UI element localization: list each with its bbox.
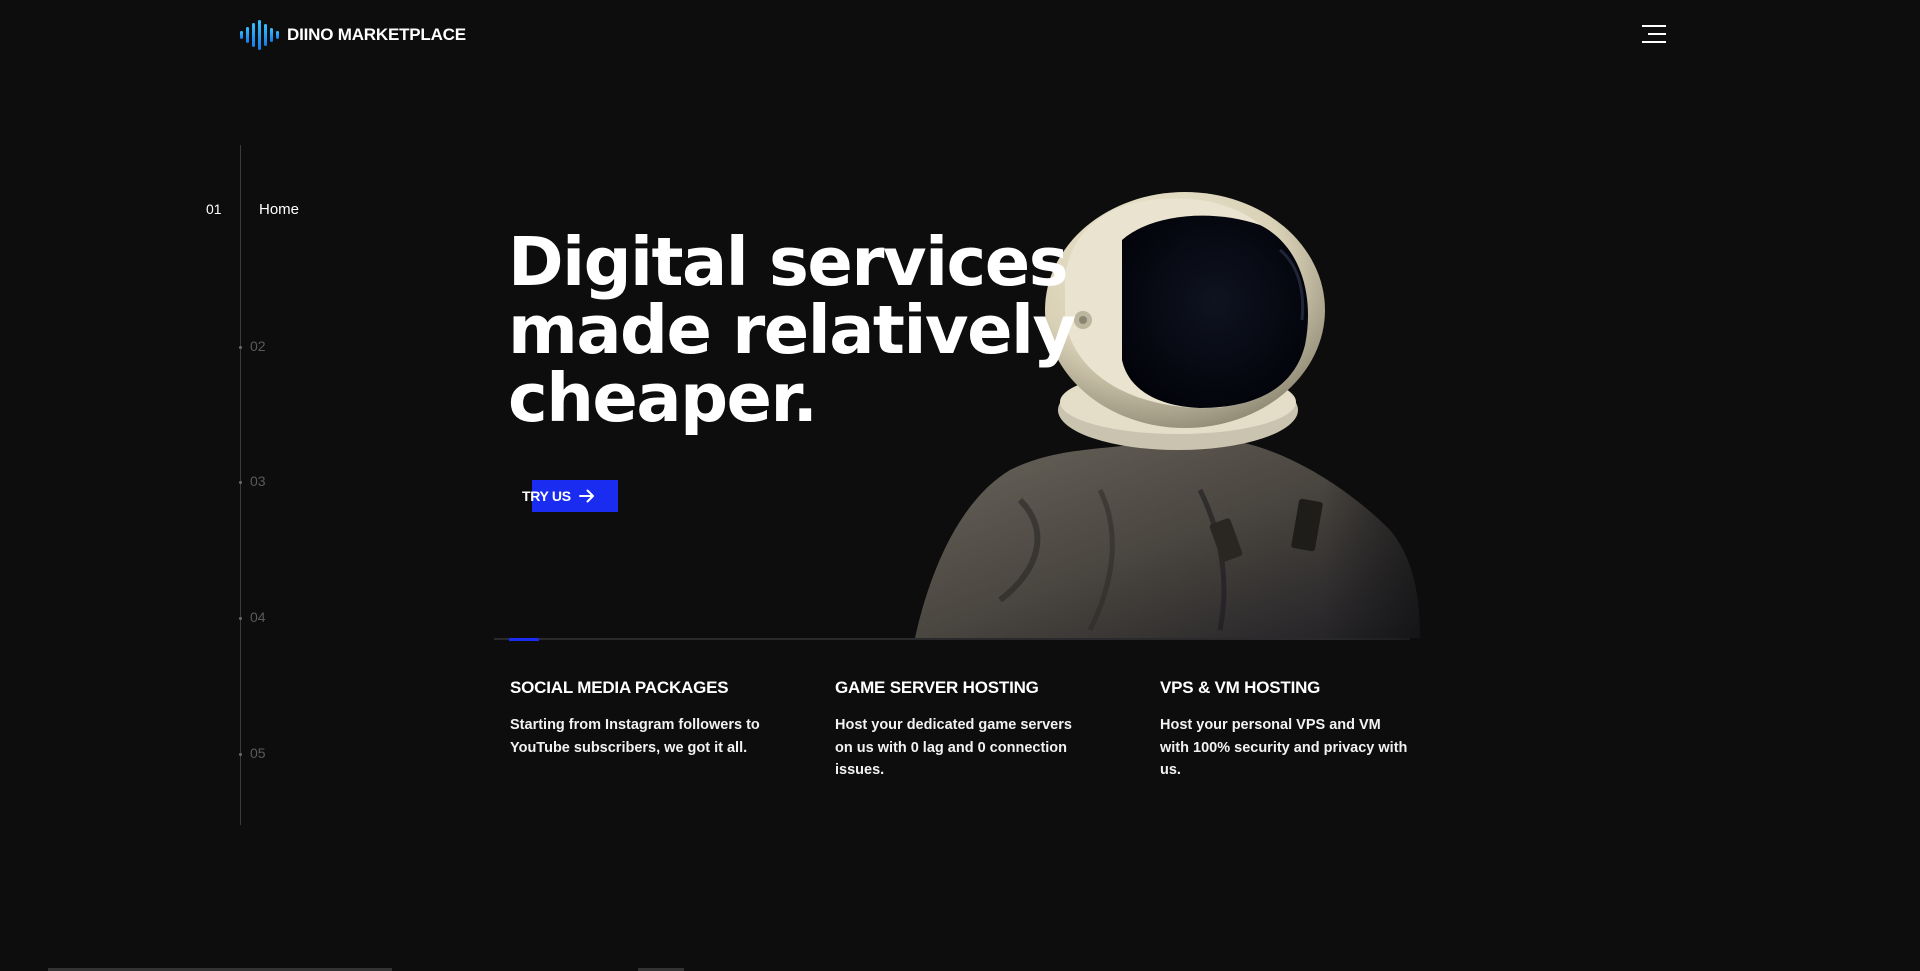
side-nav-number: 04 — [250, 609, 266, 625]
side-nav-number: 05 — [250, 745, 266, 761]
try-us-button[interactable]: TRY US — [522, 480, 618, 512]
hamburger-menu-icon[interactable] — [1642, 24, 1668, 46]
side-nav-item-01[interactable]: 01 Home — [0, 201, 340, 221]
service-description: Host your personal VPS and VM with 100% … — [1160, 717, 1408, 778]
nav-dot-icon — [239, 481, 242, 484]
soundwave-icon — [240, 20, 279, 50]
service-title: GAME SERVER HOSTING — [835, 678, 1039, 697]
service-card-vps-vm: VPS & VM HOSTING Host your personal VPS … — [1160, 678, 1410, 782]
hero-title: Digital services made relatively cheaper… — [508, 223, 1076, 437]
service-card-game-server: GAME SERVER HOSTING Host your dedicated … — [835, 678, 1085, 782]
service-description: Starting from Instagram followers to You… — [510, 717, 760, 756]
hero-title-line-2: made relatively — [508, 291, 1076, 369]
divider-accent — [509, 638, 539, 641]
hero-title-line-3: cheaper. — [508, 359, 818, 437]
service-title: VPS & VM HOSTING — [1160, 678, 1321, 697]
side-nav-item-04[interactable]: 04 — [0, 609, 340, 629]
arrow-right-icon — [578, 489, 594, 503]
nav-dot-icon — [239, 617, 242, 620]
side-nav-item-05[interactable]: 05 — [0, 745, 340, 765]
side-nav-number: 03 — [250, 473, 266, 489]
side-nav-number: 02 — [250, 338, 266, 354]
brand-logo-link[interactable]: DIINO MARKETPLACE — [240, 20, 466, 50]
try-us-label: TRY US — [522, 488, 571, 504]
side-nav-item-02[interactable]: 02 — [0, 338, 340, 358]
page: DIINO MARKETPLACE 01 Home 02 03 04 05 Di… — [0, 0, 1920, 971]
brand-name: DIINO MARKETPLACE — [287, 25, 466, 44]
nav-dot-icon — [239, 753, 242, 756]
side-nav-item-03[interactable]: 03 — [0, 473, 340, 493]
service-title: SOCIAL MEDIA PACKAGES — [510, 678, 729, 697]
side-nav-number: 01 — [206, 201, 222, 217]
side-nav-label: Home — [259, 201, 300, 218]
hero-title-line-1: Digital services — [508, 223, 1069, 301]
service-description: Host your dedicated game servers on us w… — [835, 717, 1072, 778]
nav-dot-icon — [239, 346, 242, 349]
service-card-social-media: SOCIAL MEDIA PACKAGES Starting from Inst… — [510, 678, 760, 759]
